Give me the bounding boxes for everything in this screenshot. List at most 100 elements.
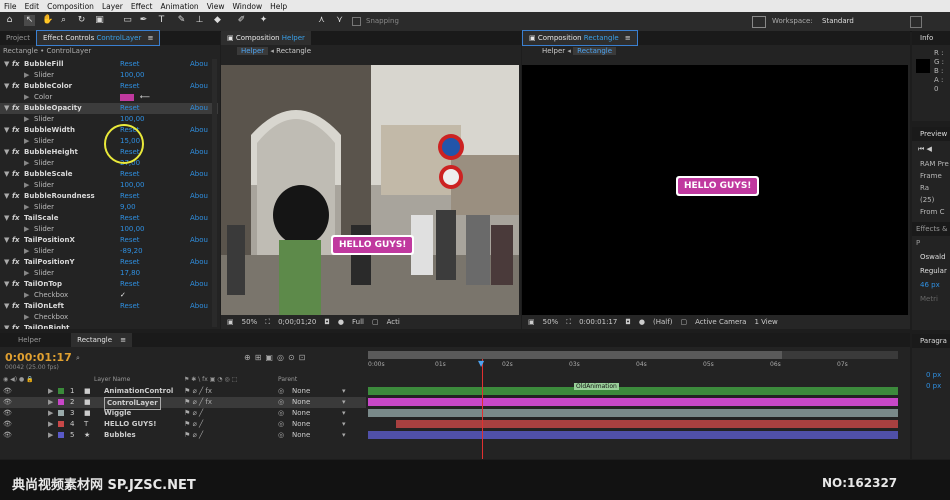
effect-row[interactable]: ▼ fx BubbleFill Reset Abou [0,59,218,70]
layer-row[interactable]: 👁 ▶ 3 ■ Wiggle ⚑ ⌀ ╱ ◎ None ▾ [0,408,366,419]
pickwhip-icon[interactable]: ◎ [278,419,284,430]
fx-toggle-icon[interactable]: fx [12,323,20,329]
disclosure-triangle-icon[interactable]: ▼ [4,213,9,224]
reset-link[interactable]: Reset [120,213,140,224]
eraser-tool-icon[interactable]: ◆ [212,15,223,26]
parent-select[interactable]: None [292,419,310,430]
render-icon[interactable]: ▣ [227,318,234,326]
menu-file[interactable]: File [0,2,21,11]
tab-effect-controls[interactable]: Effect Controls ControlLayer ≡ [35,30,161,46]
about-link[interactable]: Abou [190,125,208,136]
layer-name[interactable]: Wiggle [104,408,131,419]
disclosure-triangle-icon[interactable]: ▼ [4,235,9,246]
font-size-value[interactable]: 46 px [920,278,950,292]
label-color-swatch[interactable] [58,388,64,394]
effect-row[interactable]: ▼ fx TailOnLeft Reset Abou [0,301,218,312]
menu-layer[interactable]: Layer [98,2,127,11]
effect-row[interactable]: ▼ fx TailPositionY Reset Abou [0,257,218,268]
about-link[interactable]: Abou [190,191,208,202]
layer-switches-icon[interactable]: ⚑ ⌀ ╱ [184,419,203,430]
comp-left-camera[interactable]: Acti [387,318,400,326]
kerning-metrics[interactable]: Metri [920,292,950,306]
effects-scrollbar[interactable] [212,59,217,327]
disclosure-triangle-icon[interactable]: ▼ [4,279,9,290]
indent-value-2[interactable]: 0 px [926,381,950,392]
timeline-switch-icons[interactable]: ⊕⊞▣◎⊙⊡ [244,353,309,362]
param-triangle-icon[interactable]: ▶ [24,312,29,323]
hand-tool-icon[interactable]: ✋ [42,15,53,26]
font-family-select[interactable]: Oswald [920,250,950,264]
about-link[interactable]: Abou [190,81,208,92]
disclosure-triangle-icon[interactable]: ▼ [4,323,9,329]
param-triangle-icon[interactable]: ▶ [24,158,29,169]
work-area-range[interactable] [368,351,782,359]
searchbox[interactable] [930,16,950,26]
param-triangle-icon[interactable]: ▶ [24,224,29,235]
checkbox-value[interactable]: ✓ [120,290,126,301]
layer-duration-bar[interactable] [396,420,898,428]
timeline-search-icon[interactable]: ⌕ [76,354,80,363]
panel-menu-icon[interactable]: ≡ [148,34,154,42]
disclosure-triangle-icon[interactable]: ▼ [4,169,9,180]
color-swatch-value[interactable] [120,94,134,101]
effect-row[interactable]: ▼ fx TailOnTop Reset Abou [0,279,218,290]
disclosure-triangle-icon[interactable]: ▼ [4,103,9,114]
zoom-tool-icon[interactable]: ⌕ [58,15,69,26]
parent-dropdown-icon[interactable]: ▾ [342,408,346,419]
type-tool-icon[interactable]: T [156,15,167,26]
roi-icon[interactable]: ▢ [372,318,379,326]
fx-toggle-icon[interactable]: fx [12,81,20,92]
effect-row[interactable]: ▼ fx TailScale Reset Abou [0,213,218,224]
tab-composition-helper[interactable]: ▣ Composition Helper [221,31,311,45]
about-link[interactable]: Abou [190,147,208,158]
layer-row[interactable]: 👁 ▶ 2 ■ ControlLayer ⚑ ⌀ ╱ fx ◎ None ▾ [0,397,366,410]
layer-duration-bar[interactable] [368,387,898,395]
reset-link[interactable]: Reset [120,279,140,290]
parent-dropdown-icon[interactable]: ▾ [342,430,346,441]
parent-dropdown-icon[interactable]: ▾ [342,397,346,408]
tab-timeline-helper[interactable]: Helper [0,333,47,347]
roto-tool-icon[interactable]: ✐ [236,15,247,26]
comp-left-quality[interactable]: Full [352,318,364,326]
effects-presets-title[interactable]: Effects & P [912,222,950,247]
comp-right-zoom[interactable]: 50% [543,318,559,326]
slider-value[interactable]: 100,00 [120,180,145,191]
comp-right-viewer[interactable]: HELLO GUYS! [522,65,908,315]
indent-value-1[interactable]: 0 px [926,370,950,381]
disclosure-triangle-icon[interactable]: ▼ [4,147,9,158]
flow-helper[interactable]: Helper [237,47,269,55]
layer-duration-bar[interactable] [368,431,898,439]
about-link[interactable]: Abou [190,279,208,290]
eye-icon[interactable]: 👁 [3,397,12,408]
menu-view[interactable]: View [203,2,229,11]
comp-right-camera[interactable]: Active Camera [695,318,746,326]
pickwhip-icon[interactable]: ◎ [278,430,284,441]
label-color-swatch[interactable] [58,432,64,438]
fx-toggle-icon[interactable]: fx [12,59,20,70]
flow-right-rectangle[interactable]: Rectangle [573,47,617,55]
comp-right-fit-icon[interactable]: ⛶ [566,318,571,327]
expand-triangle-icon[interactable]: ▶ [48,430,53,441]
preview-frame-rate-value[interactable]: (25) [920,194,950,206]
comp-left-fit-icon[interactable]: ⛶ [265,318,270,327]
color-channel-icon[interactable]: ● [338,318,344,326]
color-channel-right-icon[interactable]: ● [639,318,645,326]
flow-right-helper[interactable]: Helper [542,47,565,55]
fx-toggle-icon[interactable]: fx [12,257,20,268]
tab-project[interactable]: Project [0,31,36,45]
layer-row[interactable]: 👁 ▶ 5 ★ Bubbles ⚑ ⌀ ╱ ◎ None ▾ [0,430,366,441]
snapping-checkbox[interactable] [352,17,361,26]
eye-icon[interactable]: 👁 [3,408,12,419]
paragraph-title[interactable]: Paragra [912,334,950,348]
clone-tool-icon[interactable]: ⊥ [194,15,205,26]
render-right-icon[interactable]: ▣ [528,318,535,326]
reset-link[interactable]: Reset [120,301,140,312]
rotate-tool-icon[interactable]: ↻ [76,15,87,26]
camera-tool-icon[interactable]: ▣ [94,15,105,26]
tab-composition-rectangle[interactable]: ▣ Composition Rectangle ≡ [522,30,638,46]
expand-triangle-icon[interactable]: ▶ [48,419,53,430]
effect-row[interactable]: ▼ fx BubbleRoundness Reset Abou [0,191,218,202]
layer-row[interactable]: 👁 ▶ 1 ■ AnimationControl ⚑ ⌀ ╱ fx ◎ None… [0,386,366,397]
pickwhip-icon[interactable]: ◎ [278,397,284,408]
eye-icon[interactable]: 👁 [3,419,12,430]
